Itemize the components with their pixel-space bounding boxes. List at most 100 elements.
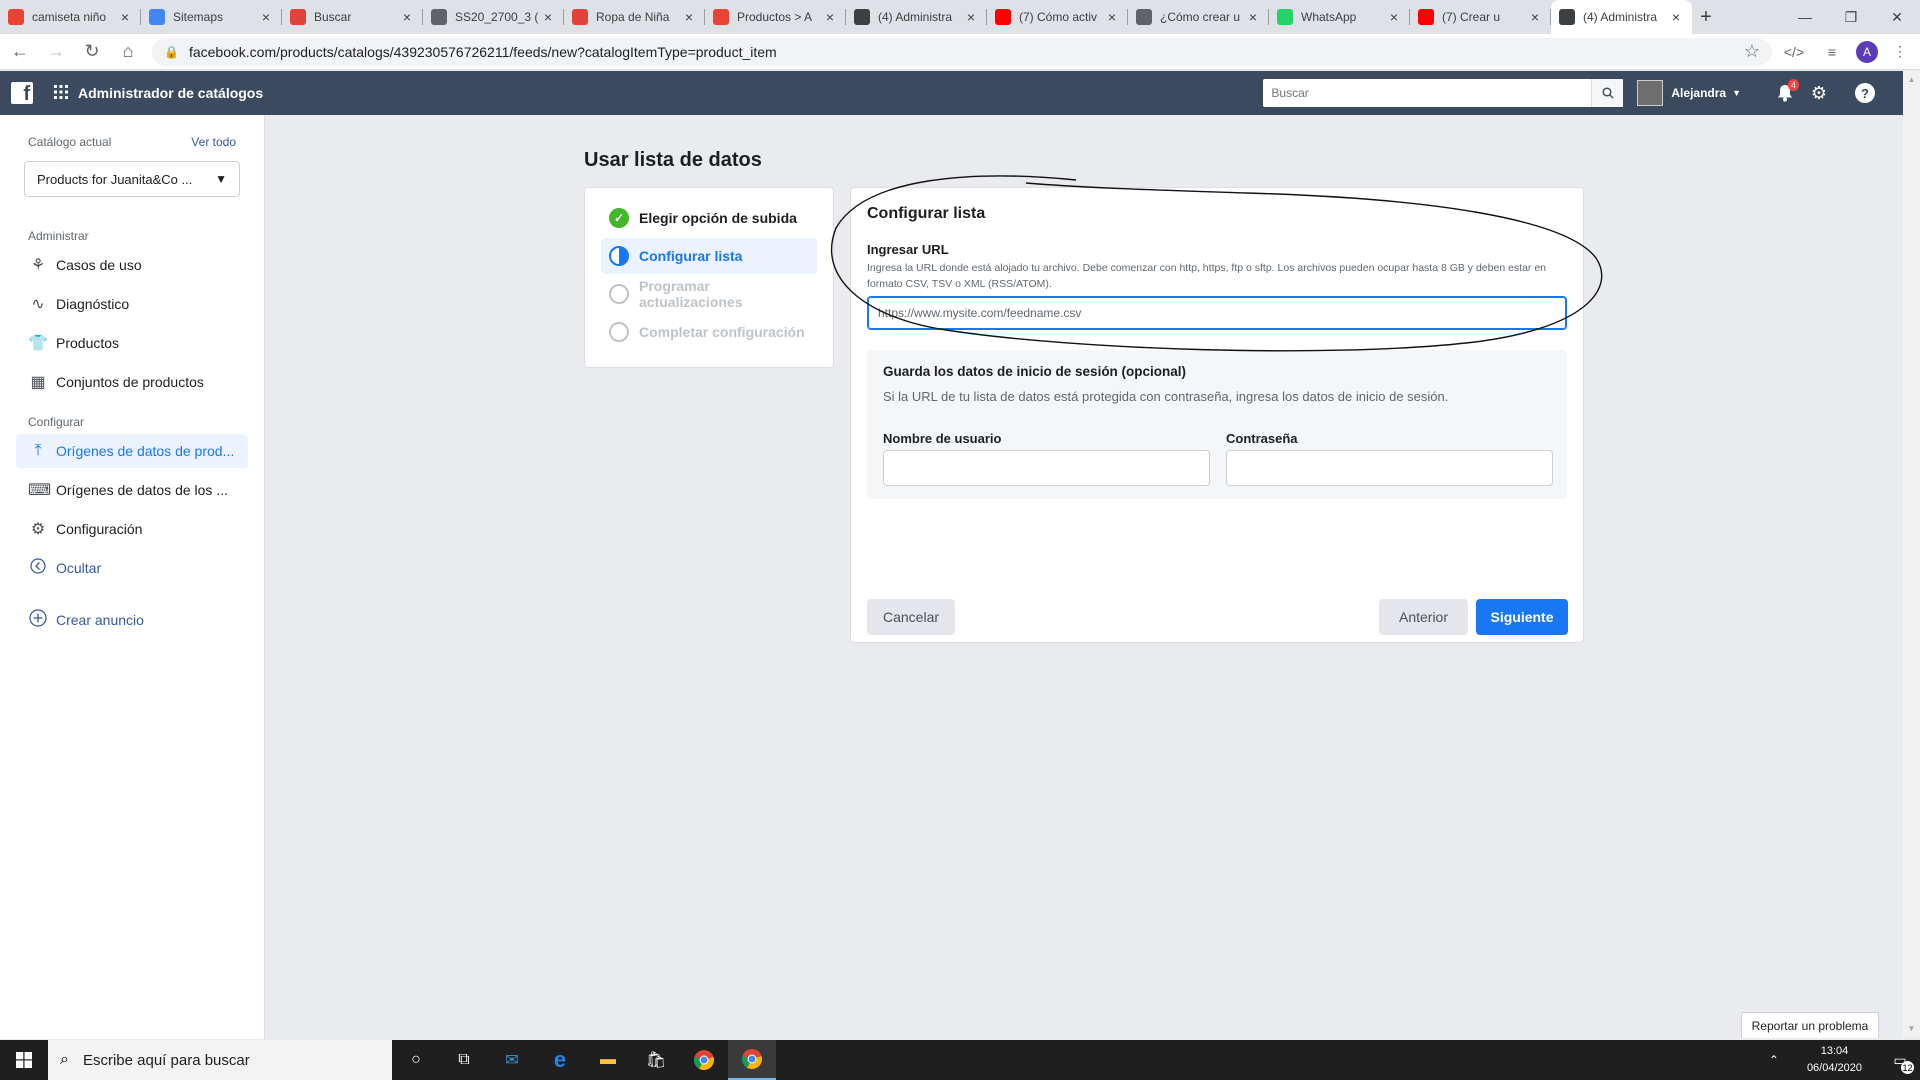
browser-tab[interactable]: Sitemaps ×: [141, 0, 282, 34]
windows-start-icon[interactable]: [0, 1040, 48, 1080]
cortana-icon[interactable]: ○: [392, 1040, 440, 1080]
close-tab-icon[interactable]: ×: [117, 9, 133, 25]
close-tab-icon[interactable]: ×: [1245, 9, 1261, 25]
restore-button[interactable]: ❐: [1828, 0, 1874, 34]
close-tab-icon[interactable]: ×: [822, 9, 838, 25]
feed-url-input[interactable]: [867, 296, 1567, 330]
apps-grid-icon[interactable]: [54, 84, 68, 102]
shop-icon: [8, 9, 24, 25]
scroll-up-arrow-icon[interactable]: ▲: [1903, 71, 1920, 88]
extension-icon[interactable]: </>: [1778, 36, 1810, 68]
sidebar-item[interactable]: ∿ Diagnóstico: [16, 287, 248, 321]
close-tab-icon[interactable]: ×: [1386, 9, 1402, 25]
store-icon[interactable]: 🛍: [632, 1040, 680, 1080]
close-tab-icon[interactable]: ×: [1668, 9, 1684, 25]
browser-tab[interactable]: SS20_2700_3 (×: [423, 0, 564, 34]
browser-tab[interactable]: Buscar ×: [282, 0, 423, 34]
catalog-selector[interactable]: Products for Juanita&Co ... ▼: [24, 161, 240, 197]
profile-avatar[interactable]: A: [1856, 40, 1878, 63]
sidebar-item[interactable]: ▦ Conjuntos de productos: [16, 365, 248, 399]
browser-tab[interactable]: (4) Administra ×: [846, 0, 987, 34]
setup-step[interactable]: ✓ Elegir opción de subida: [601, 200, 817, 236]
browser-tab[interactable]: Ropa de Niña ×: [564, 0, 705, 34]
user-menu[interactable]: Alejandra ▼: [1637, 80, 1741, 106]
sidebar-item[interactable]: ⚘ Casos de uso: [16, 248, 248, 282]
close-tab-icon[interactable]: ×: [1527, 9, 1543, 25]
fb-search-input[interactable]: [1263, 80, 1592, 106]
sidebar-item[interactable]: ⚙ Configuración: [16, 512, 248, 546]
report-problem-button[interactable]: Reportar un problema: [1741, 1012, 1879, 1038]
browser-tab[interactable]: (7) Cómo activ ×: [987, 0, 1128, 34]
forward-button[interactable]: →: [40, 36, 72, 68]
search-icon[interactable]: [1591, 79, 1624, 107]
page-scrollbar[interactable]: ▲ ▼: [1903, 71, 1920, 1037]
mail-icon[interactable]: ✉: [488, 1040, 536, 1080]
facebook-logo-icon[interactable]: f: [11, 82, 33, 104]
windows-taskbar: ⌕ Escribe aquí para buscar ○ ⧉ ✉ e ▬ 🛍 ⌃…: [0, 1040, 1920, 1080]
cancel-button[interactable]: Cancelar: [867, 599, 955, 635]
clock[interactable]: 13:04 06/04/2020: [1807, 1043, 1862, 1077]
step-label: Completar configuración: [639, 324, 805, 340]
setup-step[interactable]: Configurar lista: [601, 238, 817, 274]
close-tab-icon[interactable]: ×: [1104, 9, 1120, 25]
hide-sidebar-button[interactable]: Ocultar: [16, 551, 248, 585]
clock-date: 06/04/2020: [1806, 1062, 1862, 1074]
browser-tab[interactable]: WhatsApp ×: [1269, 0, 1410, 34]
browser-tab[interactable]: (7) Crear u ×: [1410, 0, 1551, 34]
edge-icon[interactable]: e: [536, 1040, 584, 1080]
setup-step[interactable]: Programar actualizaciones: [601, 276, 817, 312]
file-explorer-icon[interactable]: ▬: [584, 1040, 632, 1080]
sidebar-item[interactable]: 👕 Productos: [16, 326, 248, 360]
previous-button[interactable]: Anterior: [1379, 599, 1468, 635]
browser-tab[interactable]: camiseta niño ×: [0, 0, 141, 34]
browser-tab[interactable]: ¿Cómo crear u ×: [1128, 0, 1269, 34]
close-tab-icon[interactable]: ×: [540, 9, 556, 25]
action-center-icon[interactable]: ▭ 12: [1880, 1040, 1920, 1080]
bookmark-star-icon[interactable]: ☆: [1744, 41, 1760, 62]
menu-kebab-icon[interactable]: ⋮: [1884, 36, 1916, 68]
scroll-down-arrow-icon[interactable]: ▼: [1903, 1020, 1920, 1037]
reload-button[interactable]: ↻: [76, 36, 108, 68]
username-field[interactable]: [883, 450, 1210, 486]
login-credentials-box: Guarda los datos de inicio de sesión (op…: [867, 350, 1567, 499]
taskbar-search[interactable]: ⌕ Escribe aquí para buscar: [48, 1040, 392, 1080]
close-tab-icon[interactable]: ×: [258, 9, 274, 25]
media-queue-icon[interactable]: ≡: [1816, 36, 1848, 68]
hat-icon: [1136, 9, 1152, 25]
upload-icon: ⤒: [34, 442, 42, 459]
sidebar-item-label: Orígenes de datos de los ...: [56, 482, 228, 498]
browser-tab[interactable]: Productos > A ×: [705, 0, 846, 34]
new-tab-button[interactable]: +: [1692, 0, 1720, 34]
tab-title: (7) Crear u: [1442, 10, 1501, 24]
tab-title: Ropa de Niña: [596, 10, 670, 24]
chrome-profile-icon[interactable]: [728, 1040, 776, 1080]
chrome-icon[interactable]: [680, 1040, 728, 1080]
bell-icon[interactable]: 4: [1771, 79, 1799, 107]
tab-title: Productos > A: [737, 10, 813, 24]
sidebar-item[interactable]: ⌨ Orígenes de datos de los ...: [16, 473, 248, 507]
browser-tab[interactable]: (4) Administra ×: [1551, 0, 1692, 34]
catalog-name: Products for Juanita&Co ...: [37, 171, 193, 187]
create-ad-button[interactable]: Crear anuncio: [16, 603, 248, 637]
manage-nav: ⚘ Casos de uso ∿ Diagnóstico 👕 Productos ▦ Conj…: [0, 248, 264, 399]
help-icon[interactable]: ?: [1855, 83, 1875, 103]
close-window-button[interactable]: ✕: [1874, 0, 1920, 34]
close-tab-icon[interactable]: ×: [681, 9, 697, 25]
login-title: Guarda los datos de inicio de sesión (op…: [883, 364, 1187, 379]
see-all-link[interactable]: Ver todo: [191, 135, 236, 149]
chevron-up-icon[interactable]: ⌃: [1769, 1053, 1779, 1067]
task-view-icon[interactable]: ⧉: [440, 1040, 488, 1080]
minimize-button[interactable]: —: [1782, 0, 1828, 34]
next-button[interactable]: Siguiente: [1476, 599, 1568, 635]
sidebar-item[interactable]: ⤒ Orígenes de datos de prod...: [16, 434, 248, 468]
home-button[interactable]: ⌂: [112, 36, 144, 68]
shirt-icon: 👕: [28, 335, 48, 352]
setup-step[interactable]: Completar configuración: [601, 314, 817, 350]
back-button[interactable]: ←: [4, 36, 36, 68]
close-tab-icon[interactable]: ×: [399, 9, 415, 25]
close-tab-icon[interactable]: ×: [963, 9, 979, 25]
gear-icon[interactable]: ⚙: [1805, 79, 1833, 107]
url-bar[interactable]: 🔒 facebook.com/products/catalogs/4392305…: [152, 37, 1772, 66]
password-field[interactable]: [1226, 450, 1553, 486]
sidebar-item-label: Casos de uso: [56, 257, 142, 273]
